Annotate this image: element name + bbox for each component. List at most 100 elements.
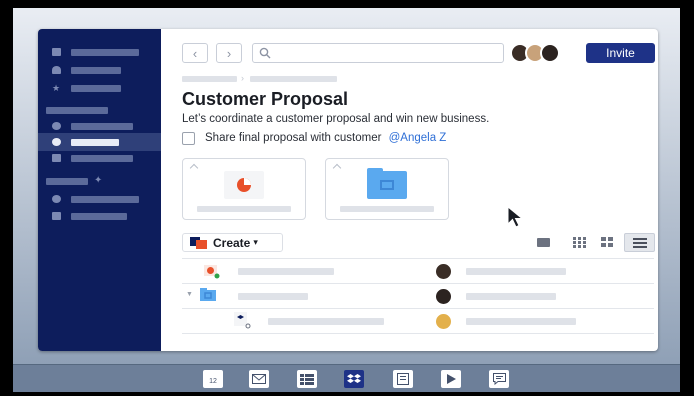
file-name-placeholder xyxy=(238,268,334,275)
folder-tab xyxy=(367,168,383,173)
pie-chart-icon xyxy=(237,178,251,192)
sidebar-item-placeholder xyxy=(71,212,127,220)
space-icon xyxy=(52,195,61,203)
list-icon xyxy=(632,237,647,248)
chat-icon[interactable] xyxy=(489,370,509,388)
pin-icon xyxy=(189,163,199,173)
sidebar-item-placeholder xyxy=(71,48,139,56)
file-name-placeholder xyxy=(238,293,308,300)
mouse-cursor-icon xyxy=(507,205,524,228)
avatar xyxy=(436,314,451,329)
page-title: Customer Proposal xyxy=(182,89,349,109)
sparkle-icon: ✦ xyxy=(94,175,103,186)
small-grid-view-button[interactable] xyxy=(565,233,594,252)
sidebar-item-placeholder xyxy=(71,154,133,162)
star-icon: ★ xyxy=(52,83,61,93)
sidebar-item-folder-2[interactable] xyxy=(52,212,127,220)
search-icon xyxy=(259,47,271,59)
list-view-button[interactable] xyxy=(624,233,655,252)
folder-icon xyxy=(200,288,216,301)
breadcrumb[interactable] xyxy=(250,76,337,82)
folder-icon xyxy=(52,212,61,220)
sidebar-item-placeholder xyxy=(71,122,133,130)
owner-placeholder xyxy=(466,318,576,325)
app-window: ★ ✦ ‹ › Invite › Customer Proposal Let’s… xyxy=(38,29,658,351)
folder-icon xyxy=(367,168,407,199)
divider xyxy=(182,258,654,259)
space-icon xyxy=(52,138,61,146)
space-icon xyxy=(52,122,61,130)
invite-button[interactable]: Invite xyxy=(586,43,655,63)
grid-icon xyxy=(52,48,61,56)
presentation-file-icon xyxy=(204,265,220,279)
section-heading-placeholder xyxy=(46,177,88,185)
task-text: Share final proposal with customer xyxy=(205,132,382,144)
sidebar-item-placeholder xyxy=(71,66,121,74)
file-thumbnail xyxy=(224,171,264,199)
user-mention[interactable]: @Angela Z xyxy=(389,132,447,144)
large-grid-view-button[interactable] xyxy=(593,233,622,252)
divider xyxy=(182,333,654,334)
screen: ★ ✦ ‹ › Invite › Customer Proposal Let’s… xyxy=(13,8,680,392)
page-description: Let’s coordinate a customer proposal and… xyxy=(182,113,490,125)
create-icon xyxy=(190,236,207,249)
search-input[interactable] xyxy=(252,43,504,63)
breadcrumb[interactable] xyxy=(182,76,237,82)
large-grid-icon xyxy=(601,237,613,247)
sidebar-item-folder[interactable] xyxy=(52,154,133,162)
card-title-placeholder xyxy=(197,206,291,212)
sidebar-item-space-2[interactable] xyxy=(52,195,139,203)
dropbox-file-icon xyxy=(234,312,251,329)
sidebar-item-space-1[interactable] xyxy=(52,122,133,130)
building-icon xyxy=(380,180,394,190)
owner-placeholder xyxy=(466,293,556,300)
sidebar-section-heading: ✦ xyxy=(46,175,103,186)
calendar-icon[interactable]: 12 xyxy=(203,370,223,388)
table-row[interactable]: ▼ xyxy=(182,285,654,307)
avatar[interactable] xyxy=(540,43,560,63)
create-button[interactable]: Create ▾ xyxy=(182,233,283,252)
chevron-right-icon: › xyxy=(241,73,244,83)
person-icon xyxy=(52,66,61,74)
calendar-day: 12 xyxy=(209,377,217,385)
create-label: Create xyxy=(213,235,251,250)
card-title-placeholder xyxy=(340,206,434,212)
pinned-folder-card[interactable] xyxy=(325,158,449,220)
sidebar-item-home[interactable] xyxy=(52,48,139,56)
taskbar: 12 xyxy=(13,364,680,392)
mail-icon[interactable] xyxy=(249,370,269,388)
avatar xyxy=(436,289,451,304)
sidebar-section-heading xyxy=(46,106,108,114)
owner-placeholder xyxy=(466,268,566,275)
table-row[interactable] xyxy=(182,260,654,282)
sidebar-item-people[interactable] xyxy=(52,66,121,74)
table-row[interactable] xyxy=(182,310,654,332)
divider xyxy=(182,283,654,284)
task-label: Share final proposal with customer @Ange… xyxy=(205,132,446,144)
folder-icon xyxy=(537,238,550,247)
small-grid-icon xyxy=(573,237,586,248)
divider xyxy=(182,308,654,309)
spreadsheet-icon[interactable] xyxy=(297,370,317,388)
section-heading-placeholder xyxy=(46,106,108,114)
play-icon[interactable] xyxy=(441,370,461,388)
task-checkbox[interactable] xyxy=(182,132,195,145)
sidebar: ★ ✦ xyxy=(38,29,161,351)
sidebar-item-space-active[interactable] xyxy=(52,138,119,146)
pin-icon xyxy=(332,163,342,173)
file-name-placeholder xyxy=(268,318,384,325)
avatar xyxy=(436,264,451,279)
pinned-file-card[interactable] xyxy=(182,158,306,220)
sidebar-item-placeholder xyxy=(71,138,119,146)
folder-icon xyxy=(52,154,61,162)
chevron-down-icon[interactable]: ▼ xyxy=(186,291,193,298)
forward-button[interactable]: › xyxy=(216,43,242,63)
dropbox-icon[interactable] xyxy=(344,370,364,388)
document-icon[interactable] xyxy=(393,370,413,388)
main-content: ‹ › Invite › Customer Proposal Let’s coo… xyxy=(161,29,658,351)
sidebar-item-starred[interactable]: ★ xyxy=(52,83,121,93)
chevron-down-icon: ▾ xyxy=(253,237,258,247)
sidebar-item-placeholder xyxy=(71,84,121,92)
folder-view-button[interactable] xyxy=(529,233,558,252)
back-button[interactable]: ‹ xyxy=(182,43,208,63)
